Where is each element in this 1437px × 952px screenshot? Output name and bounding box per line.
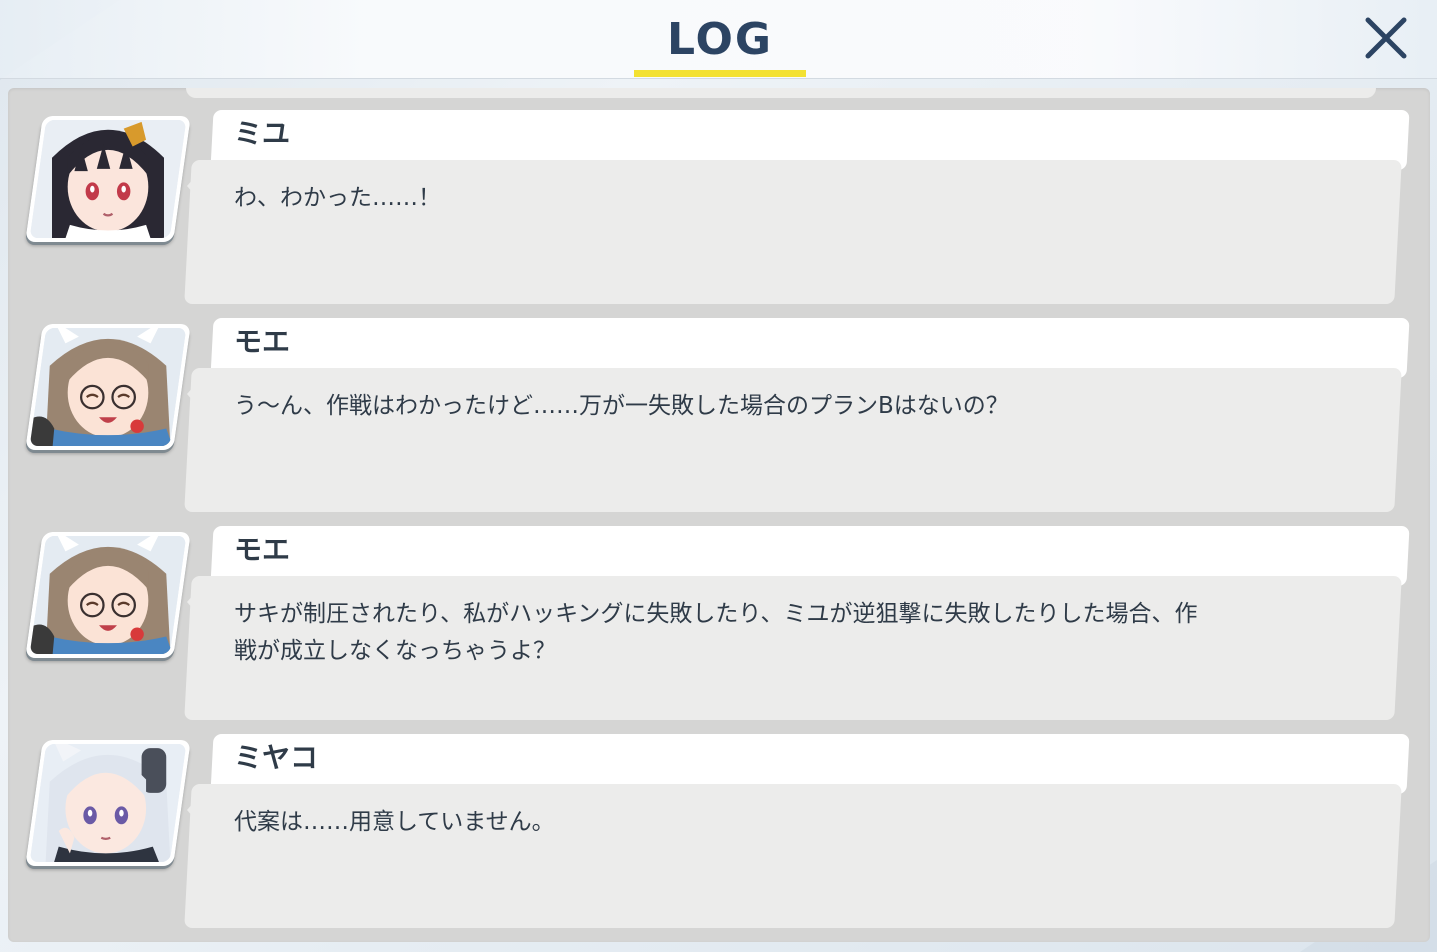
avatar[interactable] [25,116,191,242]
log-entry: モエ う～ん、作戦はわかったけど……万が一失敗した場合のプランBはないの？ [8,296,1430,512]
close-icon [1365,17,1407,59]
page-title: LOG [667,14,773,65]
miyako-portrait-icon [29,744,187,862]
speaker-name: モエ [234,325,291,358]
speaker-name: モエ [234,533,291,566]
avatar[interactable] [25,324,191,450]
bubble-tail [187,170,201,202]
moe-portrait-icon [29,536,187,654]
bubble-tail [187,378,201,410]
miyu-portrait-icon [29,120,187,238]
message-text: わ、わかった……！ [234,185,441,211]
avatar[interactable] [25,740,191,866]
log-header: LOG [0,0,1437,79]
log-entry: ミヤコ 代案は……用意していません。 [8,712,1430,928]
title-underline [634,70,806,77]
log-list[interactable]: ミユ わ、わかった……！ モエ う～ん、作戦はわかったけど……万が一失敗した場合… [8,88,1430,942]
bubble-tail [187,586,201,618]
log-entry: モエ サキが制圧されたり、私がハッキングに失敗したり、ミユが逆狙撃に失敗したりし… [8,504,1430,720]
speaker-name: ミヤコ [234,741,319,774]
moe-portrait-icon [29,328,187,446]
bubble-tail [187,794,201,826]
message-text: う～ん、作戦はわかったけど……万が一失敗した場合のプランBはないの？ [234,393,1009,419]
message-text: 代案は……用意していません。 [234,809,555,835]
log-entry: ミユ わ、わかった……！ [8,88,1430,304]
close-button[interactable] [1358,10,1414,66]
message-text: サキが制圧されたり、私がハッキングに失敗したり、ミユが逆狙撃に失敗したりした場合… [234,601,1198,664]
avatar[interactable] [25,532,191,658]
speaker-name: ミユ [234,117,291,150]
